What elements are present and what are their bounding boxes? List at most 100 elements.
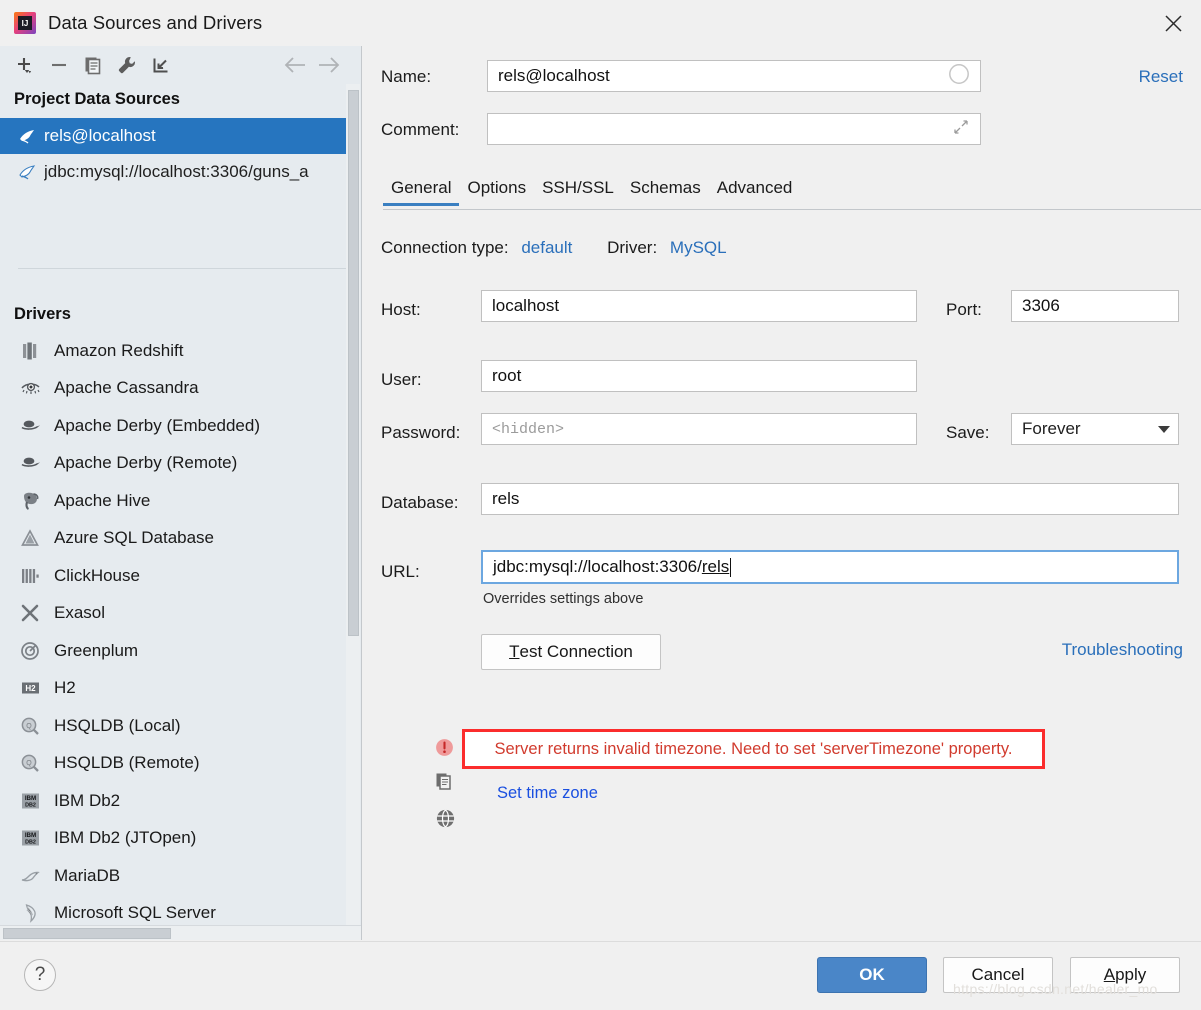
- remove-button[interactable]: [42, 50, 76, 80]
- name-label: Name:: [381, 67, 431, 87]
- list-item-label: Apache Hive: [54, 491, 150, 511]
- drivers-list: Amazon Redshift Apache Cassandra: [0, 332, 348, 940]
- comment-input[interactable]: [487, 113, 981, 145]
- database-input[interactable]: rels: [481, 483, 1179, 515]
- list-item-data-source-0[interactable]: rels@localhost: [0, 118, 348, 154]
- data-sources-list: rels@localhost jdbc:mysql://localhost:33…: [0, 118, 348, 190]
- svg-text:H2: H2: [25, 684, 36, 693]
- test-connection-button[interactable]: Test Connection: [481, 634, 661, 670]
- svg-text:DB2: DB2: [25, 840, 36, 846]
- derby-icon: [20, 418, 54, 434]
- import-arrow-icon[interactable]: [144, 50, 178, 80]
- list-item-driver-13[interactable]: IBM DB2 IBM Db2 (JTOpen): [0, 820, 348, 858]
- tab-ssh-ssl[interactable]: SSH/SSL: [534, 178, 622, 206]
- list-item-driver-14[interactable]: MariaDB: [0, 857, 348, 895]
- name-input-value: rels@localhost: [498, 66, 610, 86]
- back-button[interactable]: [278, 50, 312, 80]
- save-label: Save:: [946, 423, 989, 443]
- list-item-driver-11[interactable]: Q HSQLDB (Remote): [0, 745, 348, 783]
- list-item-driver-6[interactable]: ClickHouse: [0, 557, 348, 595]
- drivers-horizontal-scrollbar[interactable]: [0, 925, 361, 940]
- tab-schemas[interactable]: Schemas: [622, 178, 709, 206]
- data-source-details-panel: Name: rels@localhost Comment: Reset Gene…: [363, 46, 1201, 940]
- list-item-driver-8[interactable]: Greenplum: [0, 632, 348, 670]
- driver-label: Driver:: [607, 238, 657, 257]
- tab-options[interactable]: Options: [459, 178, 534, 206]
- close-icon[interactable]: [1145, 0, 1201, 46]
- list-item-label: ClickHouse: [54, 566, 140, 586]
- list-item-driver-4[interactable]: Apache Hive: [0, 482, 348, 520]
- exasol-x-icon: [20, 604, 54, 622]
- connection-type-value[interactable]: default: [521, 238, 572, 257]
- name-input[interactable]: rels@localhost: [487, 60, 981, 92]
- list-item-driver-12[interactable]: IBM DB2 IBM Db2: [0, 782, 348, 820]
- port-label: Port:: [946, 300, 982, 320]
- troubleshooting-link[interactable]: Troubleshooting: [1062, 640, 1183, 660]
- connection-error-message: Server returns invalid timezone. Need to…: [494, 740, 1012, 759]
- list-item-label: Exasol: [54, 603, 105, 623]
- copy-icon[interactable]: [435, 772, 454, 796]
- tab-advanced[interactable]: Advanced: [709, 178, 801, 206]
- copy-icon[interactable]: [76, 50, 110, 80]
- set-time-zone-link[interactable]: Set time zone: [497, 784, 598, 803]
- list-item-label: MariaDB: [54, 866, 120, 886]
- scrollbar-thumb[interactable]: [348, 90, 359, 636]
- host-input[interactable]: localhost: [481, 290, 917, 322]
- port-input[interactable]: 3306: [1011, 290, 1179, 322]
- url-label: URL:: [381, 562, 420, 582]
- panel-toolbar: [0, 46, 362, 84]
- url-input[interactable]: jdbc:mysql://localhost:3306/rels: [481, 550, 1179, 584]
- expand-diagonal-icon[interactable]: [952, 118, 970, 141]
- list-item-label: Greenplum: [54, 641, 138, 661]
- mssql-icon: [20, 903, 54, 923]
- mariadb-seal-icon: [20, 868, 54, 884]
- reset-link[interactable]: Reset: [1139, 67, 1183, 87]
- database-input-value: rels: [492, 489, 519, 509]
- intellij-idea-logo-icon: IJ: [14, 12, 36, 34]
- hsqldb-icon: Q: [20, 716, 54, 736]
- host-input-value: localhost: [492, 296, 559, 316]
- list-item-driver-1[interactable]: Apache Cassandra: [0, 370, 348, 408]
- list-item-data-source-1[interactable]: jdbc:mysql://localhost:3306/guns_a: [0, 154, 348, 190]
- url-input-value-prefix: jdbc:mysql://localhost:3306/: [493, 557, 702, 577]
- list-item-driver-7[interactable]: Exasol: [0, 595, 348, 633]
- save-mode-select[interactable]: Forever: [1011, 413, 1179, 445]
- password-input[interactable]: <hidden>: [481, 413, 917, 445]
- driver-value[interactable]: MySQL: [670, 238, 727, 257]
- connection-type-row: Connection type: default Driver: MySQL: [381, 238, 727, 258]
- forward-button[interactable]: [312, 50, 346, 80]
- list-item-label: Amazon Redshift: [54, 341, 183, 361]
- list-item-driver-9[interactable]: H2 H2: [0, 670, 348, 708]
- list-item-label: HSQLDB (Remote): [54, 753, 199, 773]
- window-title: Data Sources and Drivers: [48, 12, 262, 34]
- test-connection-mnemonic: T: [509, 642, 519, 662]
- drivers-vertical-scrollbar[interactable]: [346, 84, 360, 940]
- list-item-label: IBM Db2: [54, 791, 120, 811]
- save-mode-value: Forever: [1022, 419, 1081, 439]
- list-item-driver-3[interactable]: Apache Derby (Remote): [0, 445, 348, 483]
- tab-general[interactable]: General: [383, 178, 459, 206]
- list-item-driver-2[interactable]: Apache Derby (Embedded): [0, 407, 348, 445]
- chevron-down-icon: [1158, 426, 1170, 433]
- list-item-driver-0[interactable]: Amazon Redshift: [0, 332, 348, 370]
- greenplum-icon: [20, 641, 54, 661]
- ok-button[interactable]: OK: [817, 957, 927, 993]
- list-item-driver-10[interactable]: Q HSQLDB (Local): [0, 707, 348, 745]
- svg-text:IBM: IBM: [25, 832, 36, 839]
- scrollbar-thumb[interactable]: [3, 928, 171, 939]
- svg-text:IJ: IJ: [22, 19, 29, 28]
- hsqldb-icon: Q: [20, 753, 54, 773]
- mysql-dolphin-icon: [18, 164, 44, 181]
- project-data-sources-header: Project Data Sources: [0, 90, 180, 109]
- user-input[interactable]: root: [481, 360, 917, 392]
- wrench-icon[interactable]: [110, 50, 144, 80]
- help-button[interactable]: ?: [24, 959, 56, 991]
- user-input-value: root: [492, 366, 521, 386]
- help-button-label: ?: [35, 964, 46, 986]
- connection-type-label: Connection type:: [381, 238, 509, 257]
- panel-divider: [18, 268, 348, 269]
- add-button[interactable]: [8, 50, 42, 80]
- mysql-dolphin-icon: [18, 128, 44, 145]
- globe-icon[interactable]: [435, 808, 456, 834]
- list-item-driver-5[interactable]: Azure SQL Database: [0, 520, 348, 558]
